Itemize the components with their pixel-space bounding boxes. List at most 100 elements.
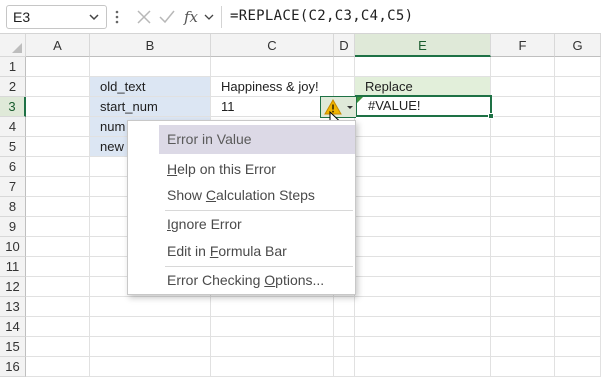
menu-item-help-on-error[interactable]: Help on this Error — [159, 156, 355, 182]
grid-cell[interactable] — [491, 97, 555, 117]
grid-cell[interactable] — [26, 177, 90, 197]
row-header-10[interactable]: 10 — [0, 237, 26, 257]
grid-cell[interactable] — [491, 317, 555, 337]
grid-cell[interactable] — [355, 137, 491, 157]
grid-cell[interactable] — [555, 217, 601, 237]
row-header-12[interactable]: 12 — [0, 277, 26, 297]
grid-cell[interactable] — [26, 117, 90, 137]
row-header-11[interactable]: 11 — [0, 257, 26, 277]
grid-cell[interactable] — [355, 237, 491, 257]
grid-cell[interactable] — [555, 197, 601, 217]
grid-cell[interactable] — [491, 197, 555, 217]
grid-cell[interactable] — [355, 217, 491, 237]
grid-cell[interactable] — [355, 297, 491, 317]
grid-cell[interactable] — [555, 77, 601, 97]
grid-cell[interactable] — [491, 297, 555, 317]
grid-cell[interactable] — [26, 257, 90, 277]
cell-b2[interactable]: old_text — [90, 77, 211, 97]
grid-cell[interactable] — [355, 197, 491, 217]
menu-item-error-checking-options[interactable]: Error Checking Options... — [159, 267, 355, 293]
grid-cell[interactable] — [26, 77, 90, 97]
grid-cell[interactable] — [26, 197, 90, 217]
grid-cell[interactable] — [491, 177, 555, 197]
grid-cell[interactable] — [355, 157, 491, 177]
grid-cell[interactable] — [355, 277, 491, 297]
grid-cell[interactable] — [555, 157, 601, 177]
grid-cell[interactable] — [491, 117, 555, 137]
chevron-down-icon[interactable] — [203, 8, 215, 26]
chevron-down-icon[interactable] — [87, 9, 101, 25]
grid-cell[interactable] — [26, 317, 90, 337]
grid-cell[interactable] — [26, 157, 90, 177]
row-header-16[interactable]: 16 — [0, 357, 26, 377]
cell-e2[interactable]: Replace — [355, 77, 491, 97]
grid-cell[interactable] — [555, 337, 601, 357]
grid-cell[interactable] — [555, 137, 601, 157]
grid-cell[interactable] — [26, 97, 90, 117]
row-header-9[interactable]: 9 — [0, 217, 26, 237]
grid-cell[interactable] — [90, 317, 211, 337]
grid-cell[interactable] — [555, 317, 601, 337]
grid-cell[interactable] — [491, 217, 555, 237]
grid-cell[interactable] — [491, 277, 555, 297]
more-vertical-icon[interactable] — [114, 9, 120, 25]
select-all-button[interactable] — [0, 34, 26, 57]
menu-item-ignore-error[interactable]: Ignore Error — [159, 211, 355, 237]
row-header-15[interactable]: 15 — [0, 337, 26, 357]
menu-item-edit-in-formula-bar[interactable]: Edit in Formula Bar — [159, 238, 355, 264]
grid-cell[interactable] — [26, 337, 90, 357]
grid-cell[interactable] — [555, 57, 601, 77]
cancel-x-icon[interactable] — [135, 8, 153, 26]
column-header-a[interactable]: A — [26, 34, 90, 57]
grid-cell[interactable] — [355, 177, 491, 197]
cell-c2[interactable]: Happiness & joy! — [211, 77, 334, 97]
formula-input[interactable]: =REPLACE(C2,C3,C4,C5) — [230, 8, 413, 24]
grid-cell[interactable] — [555, 277, 601, 297]
grid-cell[interactable] — [334, 337, 355, 357]
grid-cell[interactable] — [355, 257, 491, 277]
row-header-2[interactable]: 2 — [0, 77, 26, 97]
cell-c3[interactable]: 11 — [211, 97, 334, 117]
grid-cell[interactable] — [211, 357, 334, 377]
grid-cell[interactable] — [26, 57, 90, 77]
grid-cell[interactable] — [211, 337, 334, 357]
column-header-b[interactable]: B — [90, 34, 211, 57]
column-header-e[interactable]: E — [355, 34, 491, 57]
grid-cell[interactable] — [491, 357, 555, 377]
row-header-5[interactable]: 5 — [0, 137, 26, 157]
grid-cell[interactable] — [491, 157, 555, 177]
menu-item-show-calculation-steps[interactable]: Show Calculation Steps — [159, 182, 355, 208]
grid-cell[interactable] — [26, 237, 90, 257]
grid-cell[interactable] — [355, 357, 491, 377]
grid-cell[interactable] — [555, 257, 601, 277]
column-header-g[interactable]: G — [555, 34, 601, 57]
grid-cell[interactable] — [334, 317, 355, 337]
grid-cell[interactable] — [355, 317, 491, 337]
grid-cell[interactable] — [555, 237, 601, 257]
row-header-4[interactable]: 4 — [0, 117, 26, 137]
grid-cell[interactable] — [491, 137, 555, 157]
grid-cell[interactable] — [90, 357, 211, 377]
grid-cell[interactable] — [355, 57, 491, 77]
grid-cell[interactable] — [491, 77, 555, 97]
grid-cell[interactable] — [334, 77, 355, 97]
grid-cell[interactable] — [26, 357, 90, 377]
column-header-d[interactable]: D — [334, 34, 355, 57]
row-header-3[interactable]: 3 — [0, 97, 26, 117]
column-header-f[interactable]: F — [491, 34, 555, 57]
grid-cell[interactable] — [555, 97, 601, 117]
grid-cell[interactable] — [491, 337, 555, 357]
column-header-c[interactable]: C — [211, 34, 334, 57]
grid-cell[interactable] — [491, 57, 555, 77]
grid-cell[interactable] — [355, 337, 491, 357]
grid-cell[interactable] — [211, 57, 334, 77]
grid-cell[interactable] — [334, 297, 355, 317]
row-header-8[interactable]: 8 — [0, 197, 26, 217]
fill-handle[interactable] — [488, 113, 494, 119]
row-header-7[interactable]: 7 — [0, 177, 26, 197]
row-header-6[interactable]: 6 — [0, 157, 26, 177]
grid-cell[interactable] — [491, 237, 555, 257]
grid-cell[interactable] — [355, 117, 491, 137]
active-cell-e3[interactable]: #VALUE! — [355, 95, 494, 119]
grid-cell[interactable] — [555, 297, 601, 317]
